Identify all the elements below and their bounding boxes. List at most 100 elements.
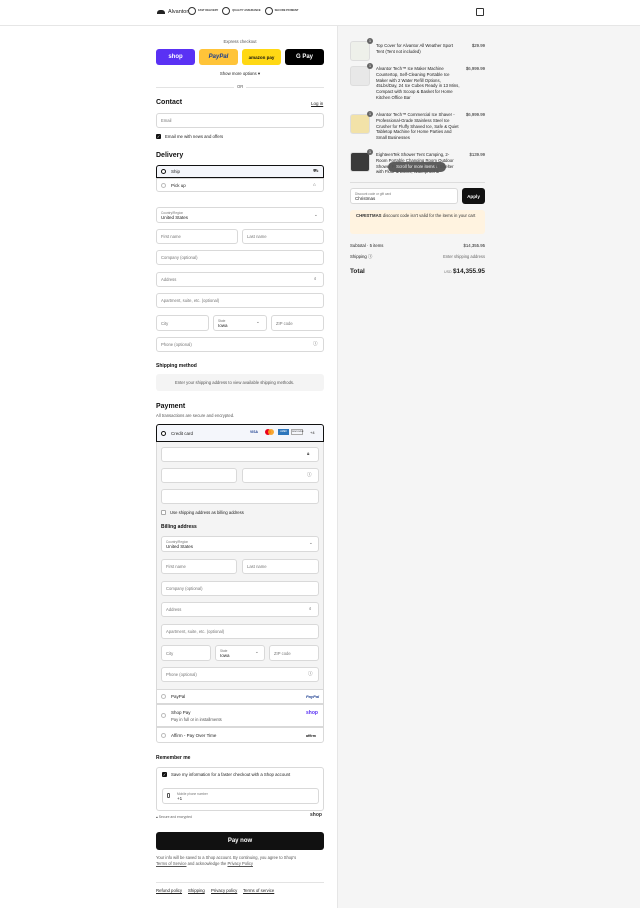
terms-link[interactable]: Terms of Service xyxy=(156,861,186,866)
help-icon[interactable]: ⓘ xyxy=(308,671,313,677)
quantity-badge: 1 xyxy=(367,63,373,69)
product-price: $29.99 xyxy=(471,43,485,48)
product-price: $139.99 xyxy=(469,152,485,157)
apply-button[interactable]: Apply xyxy=(462,188,485,204)
shipping-link[interactable]: Shipping xyxy=(188,888,205,893)
brand-logo[interactable]: Alvantor xyxy=(157,9,188,15)
billing-last-name-field[interactable]: Last name xyxy=(242,559,319,574)
show-more-options[interactable]: Show more options ▾ xyxy=(156,71,324,77)
shipping-method-note: Enter your shipping address to view avai… xyxy=(175,380,295,385)
help-icon[interactable]: ⓘ xyxy=(307,472,312,478)
or-divider-label: OR xyxy=(234,84,247,89)
paypal-radio[interactable] xyxy=(161,694,166,699)
shop-pay-radio[interactable] xyxy=(161,713,166,718)
quantity-badge: 1 xyxy=(367,149,373,155)
email-field[interactable]: Email xyxy=(156,113,324,128)
apartment-field[interactable]: Apartment, suite, etc. (optional) xyxy=(156,293,324,308)
pickup-radio[interactable] xyxy=(161,183,166,188)
same-billing-label: Use shipping address as billing address xyxy=(170,510,244,515)
terms-of-service-link[interactable]: Terms of service xyxy=(243,888,274,893)
brand-name: Alvantor xyxy=(168,9,189,15)
paypal-label: PayPal xyxy=(171,694,186,699)
subtotal-label: Subtotal · 5 items xyxy=(350,243,384,248)
total-value: $14,355.95 xyxy=(453,268,485,275)
last-name-field[interactable]: Last name xyxy=(242,229,324,244)
google-pay-button[interactable]: G Pay xyxy=(285,49,324,65)
mobile-phone-field[interactable]: Mobile phone number +1 xyxy=(162,788,319,804)
help-icon: ⓘ xyxy=(367,254,373,259)
refund-policy-link[interactable]: Refund policy xyxy=(156,888,182,893)
company-field[interactable]: Company (optional) xyxy=(156,250,324,265)
billing-company-field[interactable]: Company (optional) xyxy=(161,581,319,596)
subtotal-value: $14,355.95 xyxy=(463,243,485,248)
shipping-label: Shipping ⓘ xyxy=(350,254,373,259)
scroll-hint[interactable]: Scroll for more items ↓ xyxy=(388,162,446,172)
same-billing-checkbox[interactable] xyxy=(161,510,166,515)
shop-logo: shop xyxy=(310,812,322,818)
shipping-value: Enter shipping address xyxy=(443,254,485,259)
card-number-field[interactable] xyxy=(161,447,319,462)
billing-phone-field[interactable]: Phone (optional) xyxy=(161,667,319,682)
product-thumbnail xyxy=(350,114,370,134)
billing-country-select[interactable]: Country/Region United States xyxy=(161,536,319,552)
billing-first-name-field[interactable]: First name xyxy=(161,559,237,574)
credit-card-label: Credit card xyxy=(171,431,194,436)
ship-radio[interactable] xyxy=(161,169,166,174)
chevron-down-icon: ⌄ xyxy=(255,649,259,654)
quantity-badge: 1 xyxy=(367,38,373,44)
currency-label: USD xyxy=(444,270,452,274)
product-thumbnail xyxy=(350,152,370,172)
shop-pay-sub: Pay in full or in installments xyxy=(171,717,222,722)
product-name: Alvantor Tech™ Commercial Ice Shaver - P… xyxy=(376,112,459,141)
billing-zip-field[interactable]: ZIP code xyxy=(269,645,319,661)
search-icon: ⌕ xyxy=(314,276,317,281)
name-on-card-field[interactable] xyxy=(161,489,319,504)
affirm-logo: affirm xyxy=(306,734,316,738)
product-thumbnail xyxy=(350,41,370,61)
footer-divider xyxy=(156,882,324,883)
save-info-checkbox[interactable]: ✓ xyxy=(162,772,167,777)
zip-field[interactable]: ZIP code xyxy=(271,315,324,331)
help-icon[interactable]: ⓘ xyxy=(313,341,318,347)
shop-pay-button[interactable]: shop xyxy=(156,49,195,65)
more-cards: +4 xyxy=(310,430,315,435)
discover-icon: DISCOVER xyxy=(291,429,304,435)
first-name-field[interactable]: First name xyxy=(156,229,238,244)
affirm-radio[interactable] xyxy=(161,733,166,738)
ship-option[interactable] xyxy=(156,165,324,178)
contact-title: Contact xyxy=(156,99,183,106)
cart-icon[interactable] xyxy=(476,8,484,16)
billing-title: Billing address xyxy=(161,524,197,530)
expiry-field[interactable] xyxy=(161,468,237,483)
search-icon: ⌕ xyxy=(309,606,312,611)
privacy-link[interactable]: Privacy Policy xyxy=(227,861,252,866)
quantity-badge: 1 xyxy=(367,111,373,117)
delivery-title: Delivery xyxy=(156,152,184,159)
discount-field[interactable]: Discount code or gift card Christmas xyxy=(350,188,458,204)
login-link[interactable]: Log in xyxy=(311,101,323,106)
billing-address-field[interactable]: Address xyxy=(161,602,319,617)
address-field[interactable]: Address xyxy=(156,272,324,287)
country-select[interactable]: Country/Region United States xyxy=(156,207,324,223)
credit-card-radio[interactable] xyxy=(161,431,166,436)
amazon-pay-button[interactable]: amazon pay xyxy=(242,49,281,65)
order-summary: 1 Top Cover for Alvantor All Weather Spo… xyxy=(337,26,640,908)
amex-icon: AMEX xyxy=(278,429,289,435)
product-price: $6,999.99 xyxy=(465,66,485,71)
total-label: Total xyxy=(350,268,365,275)
badge-quality: QUALITY ASSURANCE xyxy=(222,7,261,15)
shop-pay-logo: shop xyxy=(306,710,318,716)
privacy-policy-link[interactable]: Privacy policy xyxy=(211,888,237,893)
billing-city-field[interactable]: City xyxy=(161,645,211,661)
phone-field[interactable]: Phone (optional) xyxy=(156,337,324,352)
payment-subtitle: All transactions are secure and encrypte… xyxy=(156,413,235,418)
pay-now-button[interactable]: Pay now xyxy=(156,832,324,850)
billing-apartment-field[interactable]: Apartment, suite, etc. (optional) xyxy=(161,624,319,639)
secure-note: 🔒︎ Secure and encrypted xyxy=(156,815,192,819)
shop-pay-option[interactable] xyxy=(156,704,324,727)
discount-error: CHRISTMAS discount code isn't valid for … xyxy=(350,210,485,234)
paypal-button[interactable]: PayPal xyxy=(199,49,238,65)
news-checkbox[interactable]: ✓ xyxy=(156,134,161,139)
city-field[interactable]: City xyxy=(156,315,209,331)
shop-pay-label: Shop Pay xyxy=(171,710,191,715)
